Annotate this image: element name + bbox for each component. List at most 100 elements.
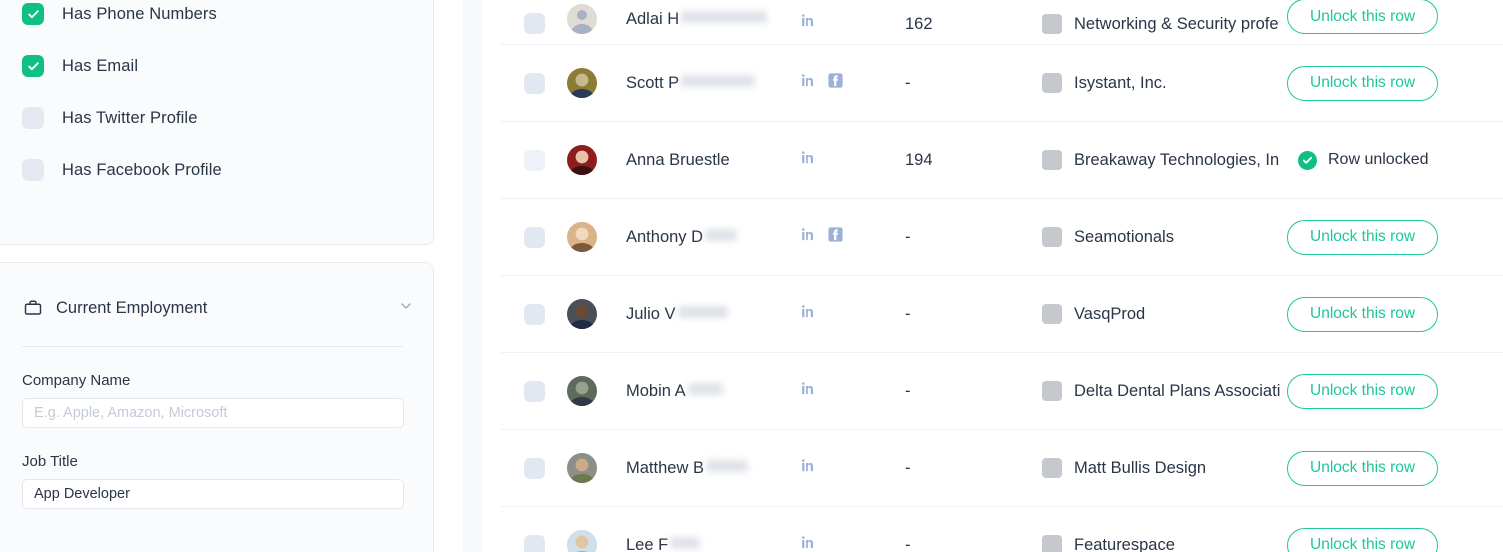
- avatar: [567, 453, 597, 483]
- checkbox-unchecked-icon[interactable]: [22, 107, 44, 129]
- row-select-cell[interactable]: [501, 380, 567, 402]
- row-checkbox[interactable]: [523, 457, 545, 479]
- person-name: Lee F: [626, 536, 701, 552]
- company-logo-placeholder-icon: [1042, 73, 1062, 93]
- row-select-cell[interactable]: [501, 534, 567, 552]
- table-row[interactable]: Julio V - VasqProd Unlock this row: [501, 276, 1503, 353]
- connections-count: 194: [905, 150, 933, 169]
- row-checkbox[interactable]: [523, 149, 545, 171]
- chevron-down-icon[interactable]: [398, 298, 414, 319]
- connections-count: -: [905, 304, 911, 323]
- linkedin-icon[interactable]: [799, 72, 816, 94]
- section-divider: [22, 346, 403, 347]
- linkedin-icon[interactable]: [799, 457, 816, 479]
- row-checkbox[interactable]: [523, 72, 545, 94]
- row-action-cell[interactable]: Unlock this row: [1282, 219, 1503, 255]
- job-title-input[interactable]: [22, 479, 404, 509]
- person-name: Julio V: [626, 305, 728, 324]
- table-row[interactable]: Matthew B - Matt Bullis Design Unlock this …: [501, 430, 1503, 507]
- linkedin-icon[interactable]: [799, 534, 816, 552]
- table-row[interactable]: Lee F - Featurespace Unlock this row: [501, 507, 1503, 552]
- unlock-row-button[interactable]: Unlock this row: [1287, 65, 1439, 101]
- row-select-cell[interactable]: [501, 13, 567, 44]
- row-checkbox[interactable]: [523, 303, 545, 325]
- row-checkbox[interactable]: [523, 226, 545, 248]
- filter-label: Has Twitter Profile: [62, 108, 198, 127]
- redacted-name: [687, 382, 723, 395]
- person-name-text: Scott P: [626, 73, 680, 92]
- filter-checkbox-row[interactable]: Has Email: [0, 40, 433, 92]
- person-name-text: Anna Bruestle: [626, 150, 730, 169]
- unlock-row-button[interactable]: Unlock this row: [1287, 296, 1439, 332]
- linkedin-icon[interactable]: [799, 12, 816, 34]
- row-action-cell[interactable]: Unlock this row: [1282, 527, 1503, 552]
- person-cell: Anthony D: [567, 222, 799, 252]
- row-checkbox[interactable]: [523, 534, 545, 552]
- row-action-cell[interactable]: Row unlocked: [1282, 150, 1503, 170]
- table-row[interactable]: Anthony D - Seamotionals Unlock this row: [501, 199, 1503, 276]
- row-action-cell[interactable]: Unlock this row: [1282, 450, 1503, 486]
- unlock-row-button[interactable]: Unlock this row: [1287, 527, 1439, 552]
- row-select-cell[interactable]: [501, 457, 567, 479]
- person-cell: Scott P: [567, 68, 799, 98]
- row-action-cell[interactable]: Unlock this row: [1282, 373, 1503, 409]
- filter-checkbox-row[interactable]: Has Twitter Profile: [0, 92, 433, 144]
- unlock-row-button[interactable]: Unlock this row: [1287, 219, 1439, 255]
- social-links-cell: [799, 303, 905, 325]
- results-table: Adlai H 162 Networking & Security profe Unl…: [501, 0, 1503, 552]
- company-logo-placeholder-icon: [1042, 458, 1062, 478]
- linkedin-icon[interactable]: [799, 380, 816, 402]
- company-name-input[interactable]: [22, 398, 404, 428]
- pane-separator: [434, 0, 501, 552]
- company-cell: VasqProd: [1042, 304, 1282, 324]
- unlock-row-button[interactable]: Unlock this row: [1287, 373, 1439, 409]
- avatar: [567, 299, 597, 329]
- unlock-row-button[interactable]: Unlock this row: [1287, 0, 1439, 34]
- row-action-cell[interactable]: Unlock this row: [1282, 65, 1503, 101]
- company-name: Delta Dental Plans Associati: [1074, 381, 1281, 400]
- person-name-text: Mobin A: [626, 381, 686, 400]
- row-select-cell[interactable]: [501, 303, 567, 325]
- row-select-cell[interactable]: [501, 226, 567, 248]
- row-action-cell[interactable]: Unlock this row: [1282, 296, 1503, 332]
- company-cell: Featurespace: [1042, 535, 1282, 552]
- linkedin-icon[interactable]: [799, 226, 816, 248]
- unlock-row-button[interactable]: Unlock this row: [1287, 450, 1439, 486]
- table-body: Adlai H 162 Networking & Security profe Unl…: [501, 0, 1503, 552]
- company-cell: Isystant, Inc.: [1042, 73, 1282, 93]
- checkbox-checked-icon[interactable]: [22, 3, 44, 25]
- contact-attributes-list: Has Phone Numbers Has Email Has Twitter Pr…: [0, 0, 433, 196]
- company-cell: Matt Bullis Design: [1042, 458, 1282, 478]
- row-checkbox[interactable]: [523, 13, 545, 34]
- facebook-icon[interactable]: [827, 226, 844, 248]
- linkedin-icon[interactable]: [799, 303, 816, 325]
- table-row[interactable]: Scott P - Isystant, Inc. Unlock this row: [501, 45, 1503, 122]
- social-links-cell: [799, 534, 905, 552]
- table-row[interactable]: Adlai H 162 Networking & Security profe Unl…: [501, 0, 1503, 45]
- company-name: Featurespace: [1074, 535, 1175, 552]
- contact-attributes-card: Has Phone Numbers Has Email Has Twitter Pr…: [0, 0, 434, 245]
- current-employment-header[interactable]: Current Employment: [0, 285, 433, 331]
- filter-label: Has Email: [62, 56, 139, 75]
- connections-count: -: [905, 458, 911, 477]
- company-name: Breakaway Technologies, In: [1074, 150, 1280, 169]
- linkedin-icon[interactable]: [799, 149, 816, 171]
- row-checkbox[interactable]: [523, 380, 545, 402]
- filter-checkbox-row[interactable]: Has Phone Numbers: [0, 0, 433, 40]
- table-row[interactable]: Mobin A - Delta Dental Plans Associati Unlo…: [501, 353, 1503, 430]
- facebook-icon[interactable]: [827, 72, 844, 94]
- app-root: Has Phone Numbers Has Email Has Twitter Pr…: [0, 0, 1503, 552]
- person-name: Adlai H: [626, 10, 768, 29]
- company-name: VasqProd: [1074, 304, 1146, 323]
- checkbox-unchecked-icon[interactable]: [22, 159, 44, 181]
- row-unlocked-label: Row unlocked: [1328, 151, 1429, 168]
- row-select-cell[interactable]: [501, 149, 567, 171]
- row-action-cell[interactable]: Unlock this row: [1282, 0, 1503, 44]
- table-row[interactable]: Anna Bruestle 194 Breakaway Technologies, …: [501, 122, 1503, 199]
- company-logo-placeholder-icon: [1042, 535, 1062, 552]
- filter-checkbox-row[interactable]: Has Facebook Profile: [0, 144, 433, 196]
- checkbox-checked-icon[interactable]: [22, 55, 44, 77]
- avatar: [567, 4, 597, 34]
- social-links-cell: [799, 226, 905, 248]
- row-select-cell[interactable]: [501, 72, 567, 94]
